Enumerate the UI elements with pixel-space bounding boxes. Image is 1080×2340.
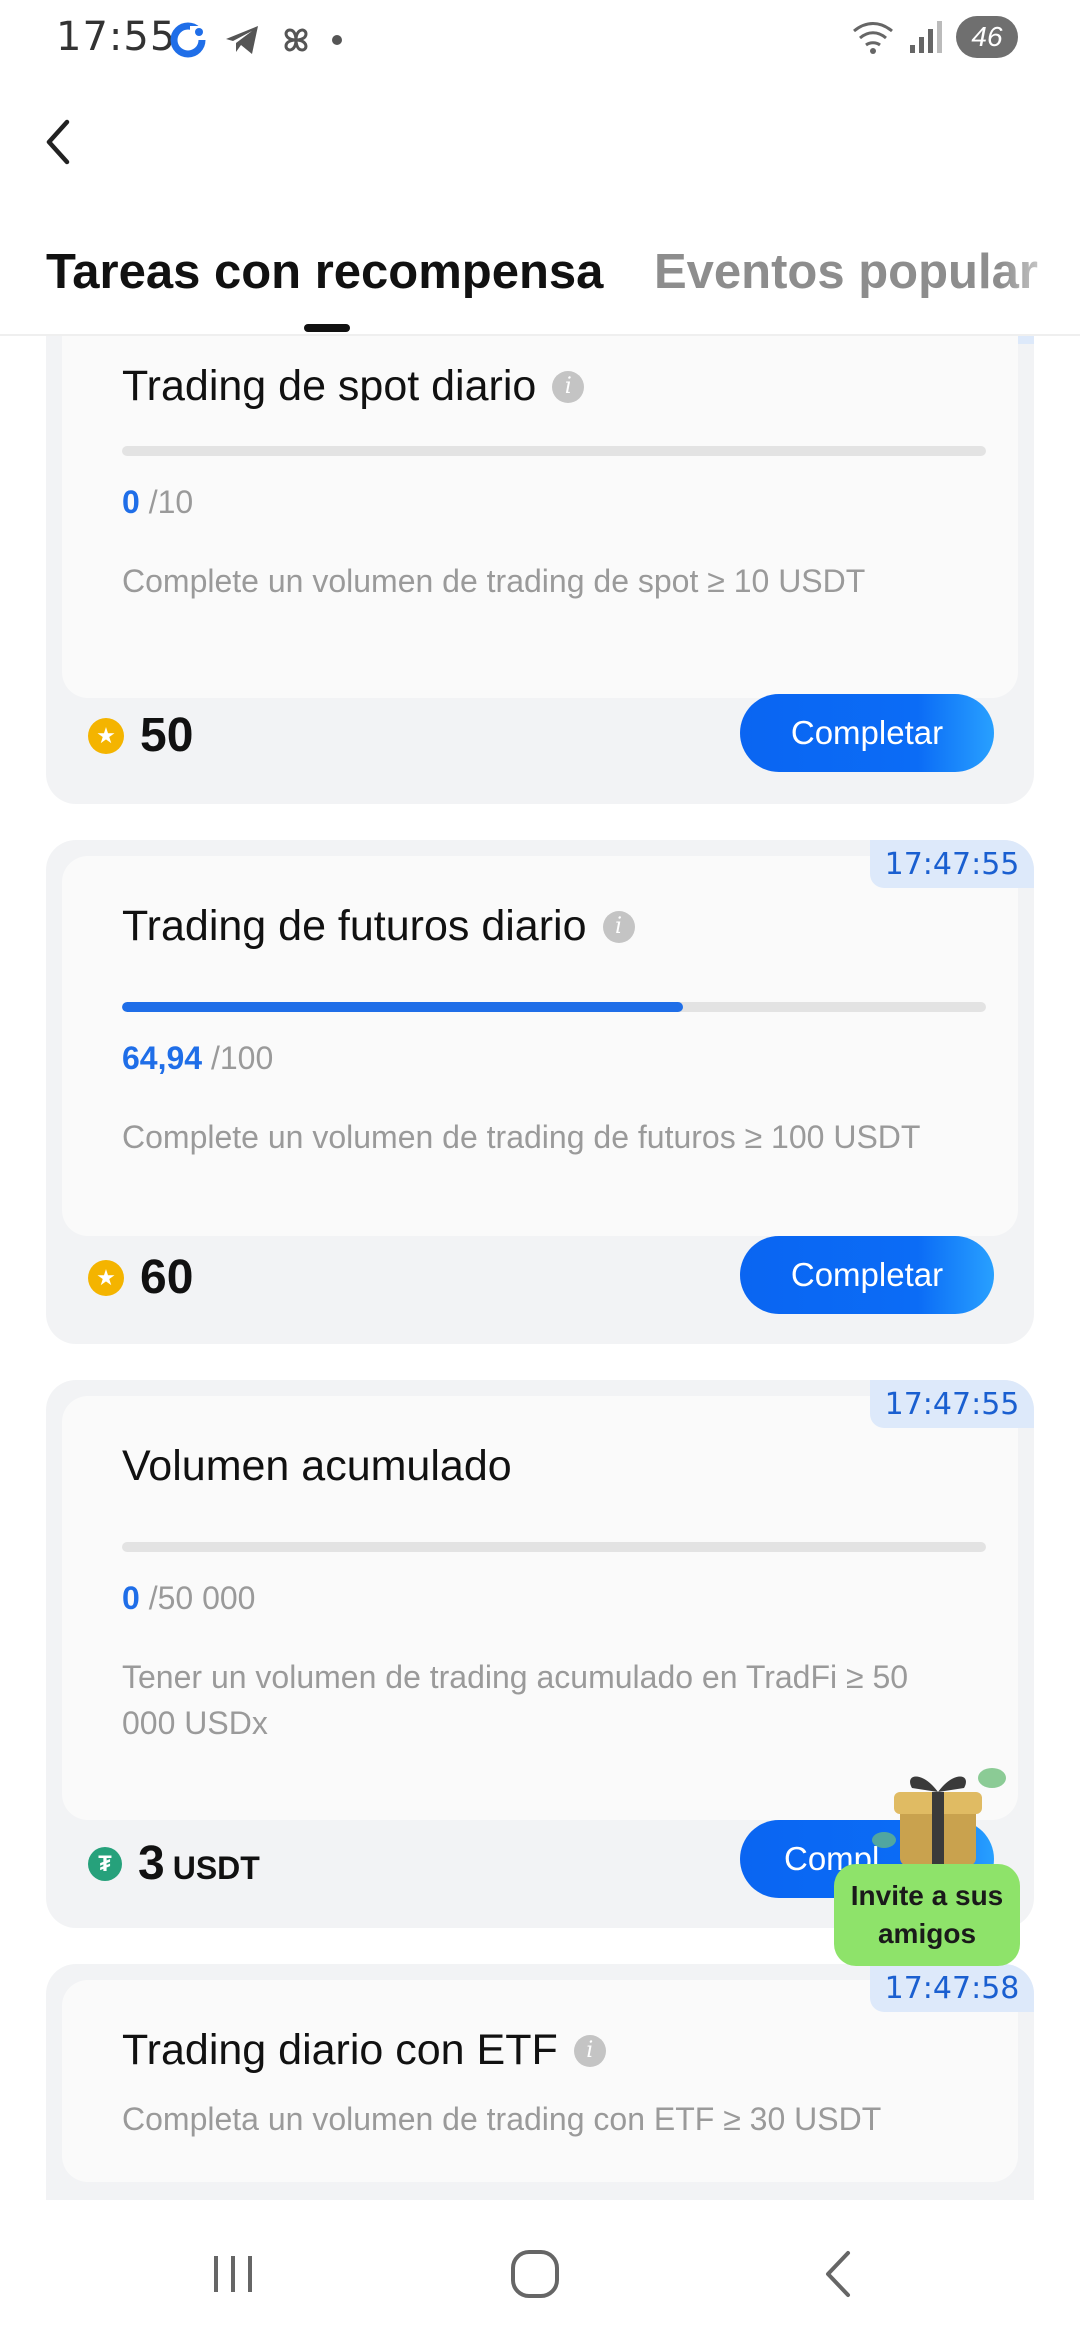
invite-friends-widget[interactable]: Invite a sus amigos (834, 1760, 1020, 1966)
home-button[interactable] (490, 2244, 580, 2304)
recent-apps-icon (214, 2256, 252, 2292)
task-description: Completa un volumen de trading con ETF ≥… (122, 2101, 882, 2137)
progress-current: 0 (122, 1580, 140, 1616)
reward-value: 50 (140, 709, 194, 762)
tether-icon: ₮ (88, 1846, 122, 1881)
task-description: Tener un volumen de trading acumulado en… (122, 1659, 909, 1741)
info-icon[interactable]: i (573, 2034, 606, 2067)
signal-icon (910, 21, 942, 53)
progress-text: 64,94 /100 (122, 1040, 273, 1077)
back-arrow-icon (826, 2251, 850, 2297)
telegram-icon (226, 26, 258, 54)
system-nav-bar (0, 2200, 1080, 2340)
task-details: Trading diario con ETF i Completa un vol… (62, 1980, 1018, 2182)
task-title-text: Volumen acumulado (122, 1442, 512, 1490)
task-details: Trading de spot diario i 0 /10 Complete … (62, 336, 1018, 698)
dot-icon (332, 35, 342, 45)
reward-value: 3 (138, 1837, 165, 1890)
notification-icons (168, 20, 344, 60)
progress-total: /10 (148, 484, 194, 520)
complete-button[interactable]: Completar (740, 1236, 994, 1314)
task-card-etf-daily: Trading diario con ETF i Completa un vol… (46, 1964, 1034, 2200)
task-timer-badge: 17:47:58 (870, 1964, 1034, 2012)
progress-total: /50 000 (148, 1580, 256, 1616)
task-card-futures-daily: Trading de futuros diario i 64,94 /100 C… (46, 840, 1034, 1344)
task-details: Trading de futuros diario i 64,94 /100 C… (62, 856, 1018, 1236)
rewards-tasks-screen: 17:55 46 Tareas con recompensa Eventos p… (0, 0, 1080, 2340)
complete-button[interactable]: Completar (740, 694, 994, 772)
task-reward: ₮ 3 USDT (88, 1836, 260, 1891)
reward-value: 60 (140, 1251, 194, 1304)
progress-text: 0 /10 (122, 484, 193, 521)
task-timer-badge: 17:47:55 (870, 1380, 1034, 1428)
invite-friends-label: Invite a sus amigos (834, 1864, 1020, 1966)
task-title: Trading diario con ETF i (122, 2026, 606, 2075)
task-title-text: Trading de futuros diario (122, 902, 587, 950)
wifi-icon (853, 22, 893, 54)
app-c-icon (170, 22, 206, 58)
progress-text: 0 /50 000 (122, 1580, 255, 1617)
progress-fill (122, 1002, 684, 1012)
progress-current: 0 (122, 484, 140, 520)
tab-bar: Tareas con recompensa Eventos popular (0, 230, 1080, 334)
progress-current: 64,94 (122, 1040, 203, 1076)
progress-bar (122, 1002, 986, 1012)
info-icon[interactable]: i (552, 370, 585, 403)
task-description: Complete un volumen de trading de futuro… (122, 1119, 921, 1155)
task-timer-badge: 17:47:55 (870, 840, 1034, 888)
status-time: 17:55 (56, 14, 177, 60)
task-description: Complete un volumen de trading de spot ≥… (122, 563, 866, 599)
task-title-text: Trading diario con ETF (122, 2026, 558, 2074)
progress-bar (122, 1542, 986, 1552)
status-bar: 17:55 46 (0, 0, 1080, 80)
chevron-left-icon (46, 119, 70, 165)
task-card-spot-daily: Trading de spot diario i 0 /10 Complete … (46, 336, 1034, 804)
active-tab-indicator (304, 324, 350, 332)
info-icon[interactable]: i (602, 910, 635, 943)
back-button[interactable] (32, 108, 84, 176)
star-coin-icon: ★ (88, 717, 124, 754)
progress-bar (122, 446, 986, 456)
battery-indicator: 46 (956, 16, 1018, 58)
system-back-button[interactable] (792, 2244, 882, 2304)
pinwheel-icon (284, 28, 308, 52)
recent-apps-button[interactable] (188, 2244, 278, 2304)
progress-total: /100 (210, 1040, 274, 1076)
task-reward: ★ 50 (88, 708, 193, 763)
gift-box-icon (872, 1768, 1006, 1866)
reward-unit: USDT (172, 1850, 260, 1886)
tab-reward-tasks[interactable]: Tareas con recompensa (46, 244, 603, 300)
tab-overflow-fade (1000, 230, 1080, 330)
task-details: Volumen acumulado 0 /50 000 Tener un vol… (62, 1396, 1018, 1820)
task-title: Trading de spot diario i (122, 362, 585, 411)
home-icon (511, 2250, 559, 2298)
task-title: Volumen acumulado (122, 1442, 512, 1491)
tab-popular-events[interactable]: Eventos popular (654, 244, 1038, 300)
status-indicators: 46 (850, 16, 1018, 58)
task-title-text: Trading de spot diario (122, 362, 537, 410)
task-title: Trading de futuros diario i (122, 902, 635, 951)
star-coin-icon: ★ (88, 1259, 124, 1296)
task-reward: ★ 60 (88, 1250, 193, 1305)
